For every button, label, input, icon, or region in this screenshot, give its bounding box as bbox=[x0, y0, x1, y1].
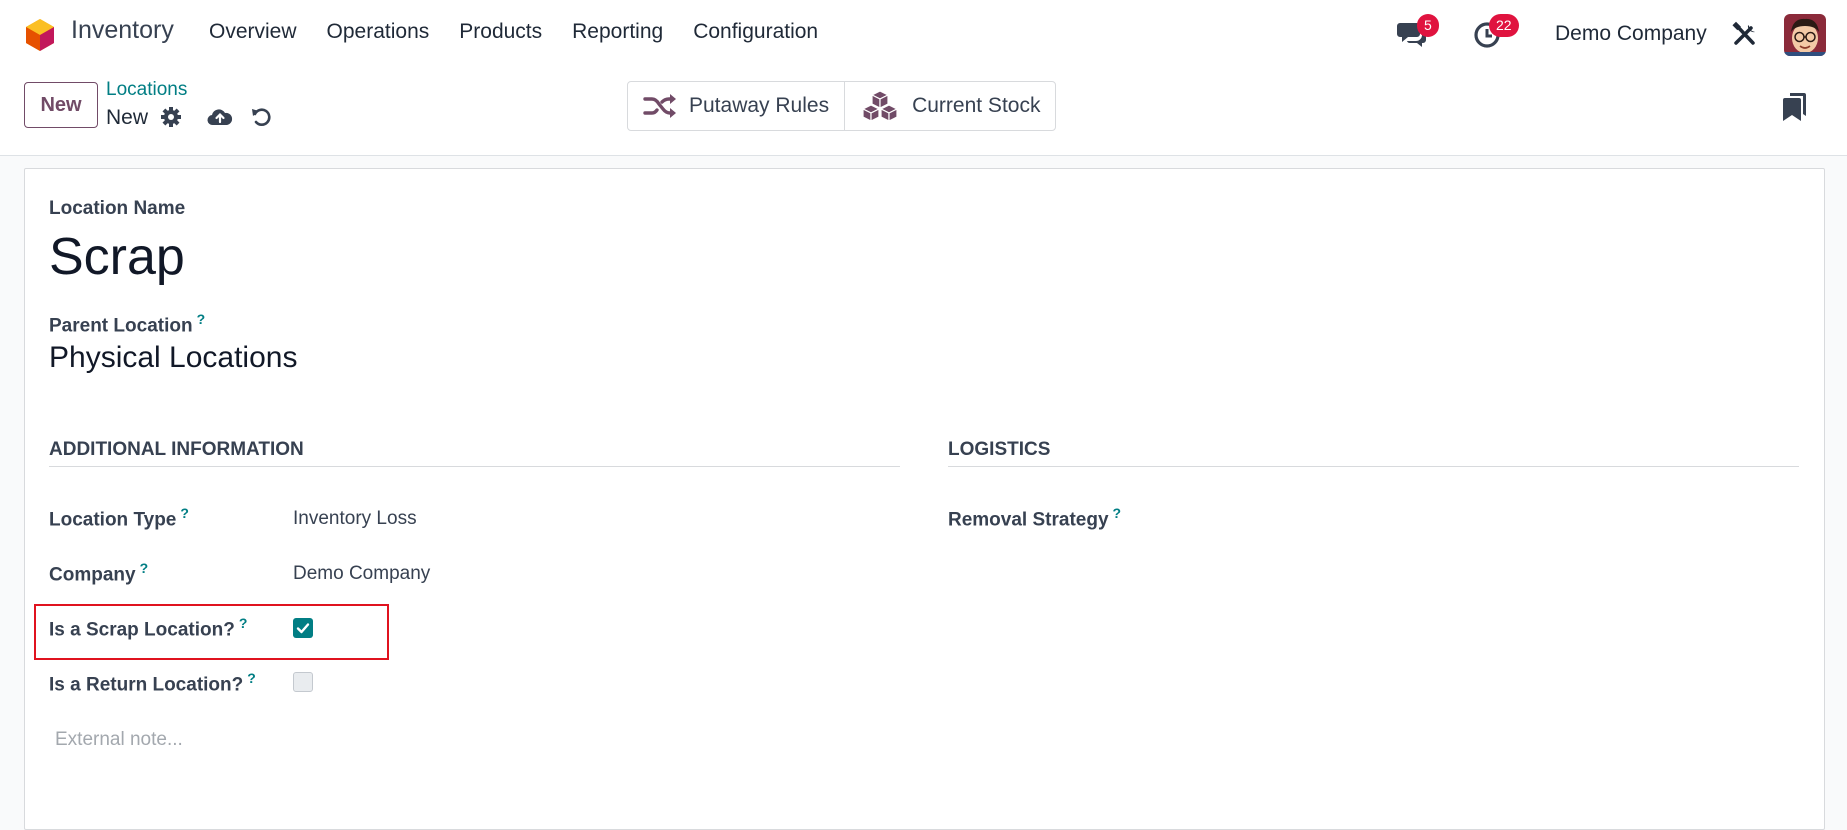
parent-location-input[interactable]: Physical Locations bbox=[49, 341, 297, 375]
breadcrumb-locations[interactable]: Locations bbox=[106, 79, 187, 101]
external-note-input[interactable] bbox=[55, 729, 755, 751]
menu-configuration[interactable]: Configuration bbox=[693, 20, 818, 44]
parent-location-help[interactable]: ? bbox=[197, 311, 206, 327]
removal-strategy-label: Removal Strategy? bbox=[948, 505, 1121, 531]
gear-icon[interactable] bbox=[160, 106, 182, 128]
location-name-input[interactable]: Scrap bbox=[49, 227, 185, 287]
location-type-label: Location Type? bbox=[49, 505, 189, 531]
menu-reporting[interactable]: Reporting bbox=[572, 20, 663, 44]
additional-information-header: ADDITIONAL INFORMATION bbox=[49, 439, 900, 467]
top-navbar: Inventory Overview Operations Products R… bbox=[0, 0, 1847, 70]
company-label-text: Company bbox=[49, 564, 136, 586]
form-sheet: Location Name Scrap Parent Location? Phy… bbox=[24, 168, 1825, 830]
scrap-location-label-text: Is a Scrap Location? bbox=[49, 619, 235, 641]
activities-badge: 22 bbox=[1489, 14, 1519, 37]
menu-products[interactable]: Products bbox=[459, 20, 542, 44]
parent-location-label-text: Parent Location bbox=[49, 315, 193, 337]
breadcrumb-current: New bbox=[106, 106, 149, 129]
company-field[interactable]: Demo Company bbox=[293, 563, 430, 585]
location-type-select[interactable]: Inventory Loss bbox=[293, 508, 417, 530]
inventory-app-icon[interactable] bbox=[24, 18, 56, 52]
smart-buttons: Putaway Rules Current Stock bbox=[627, 81, 1057, 131]
menu-overview[interactable]: Overview bbox=[209, 20, 297, 44]
menu-operations[interactable]: Operations bbox=[327, 20, 430, 44]
main-menu: Overview Operations Products Reporting C… bbox=[209, 20, 848, 44]
logistics-header: LOGISTICS bbox=[948, 439, 1799, 467]
putaway-rules-button[interactable]: Putaway Rules bbox=[628, 82, 844, 130]
scrap-location-help[interactable]: ? bbox=[239, 615, 248, 631]
cloud-upload-save-icon[interactable] bbox=[207, 105, 233, 129]
bookmark-icon[interactable] bbox=[1782, 92, 1808, 122]
checkmark-icon bbox=[296, 623, 310, 634]
new-record-button[interactable]: New bbox=[24, 82, 98, 128]
location-name-label: Location Name bbox=[49, 198, 186, 219]
company-switcher[interactable]: Demo Company bbox=[1555, 22, 1707, 46]
avatar-image bbox=[1784, 14, 1826, 56]
return-location-checkbox[interactable] bbox=[293, 672, 313, 692]
location-type-help[interactable]: ? bbox=[180, 505, 189, 521]
app-name[interactable]: Inventory bbox=[71, 16, 174, 45]
shuffle-icon bbox=[643, 94, 676, 118]
company-help[interactable]: ? bbox=[140, 560, 149, 576]
user-avatar[interactable] bbox=[1784, 14, 1826, 56]
removal-strategy-label-text: Removal Strategy bbox=[948, 509, 1109, 531]
parent-location-label: Parent Location? bbox=[49, 311, 205, 337]
current-stock-button[interactable]: Current Stock bbox=[844, 82, 1055, 130]
removal-strategy-help[interactable]: ? bbox=[1113, 505, 1122, 521]
return-location-help[interactable]: ? bbox=[247, 670, 256, 686]
scrap-location-checkbox[interactable] bbox=[293, 618, 313, 638]
messages-badge: 5 bbox=[1417, 14, 1439, 37]
company-label: Company? bbox=[49, 560, 148, 586]
debug-tools-icon[interactable] bbox=[1731, 21, 1759, 49]
scrap-location-label: Is a Scrap Location?? bbox=[49, 615, 247, 641]
return-location-label: Is a Return Location?? bbox=[49, 670, 256, 696]
discard-changes-icon[interactable] bbox=[250, 105, 272, 129]
control-panel: New Locations New Putaway Rules Current … bbox=[0, 70, 1847, 156]
return-location-label-text: Is a Return Location? bbox=[49, 674, 244, 696]
putaway-rules-label: Putaway Rules bbox=[689, 94, 830, 117]
location-type-label-text: Location Type bbox=[49, 509, 177, 531]
current-stock-label: Current Stock bbox=[912, 94, 1041, 117]
cubes-icon bbox=[861, 90, 899, 122]
